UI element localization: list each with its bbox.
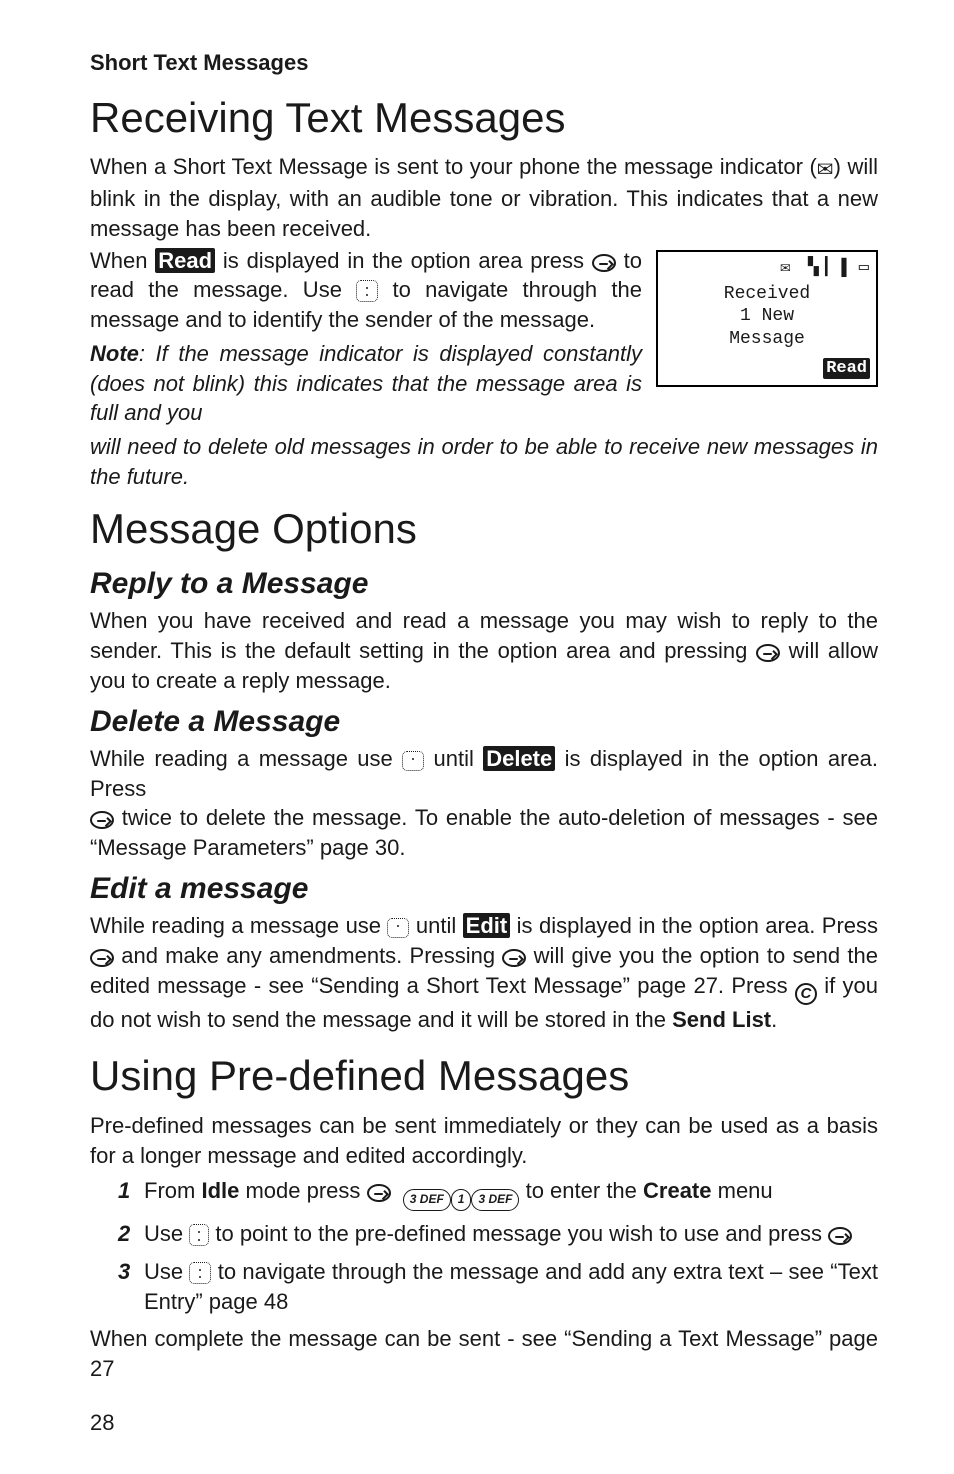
page-number: 28 — [90, 1408, 114, 1438]
text: until — [409, 913, 462, 938]
h1-message-options: Message Options — [90, 501, 878, 558]
h1-receiving: Receiving Text Messages — [90, 90, 878, 147]
step-num-2: 2 — [118, 1219, 130, 1249]
b-button-icon — [90, 949, 114, 967]
phone-status-bar: ✉ ▝▖▎▐ ▭ — [664, 258, 870, 281]
text: While reading a message use — [90, 913, 387, 938]
b-button-icon — [828, 1227, 852, 1245]
running-header: Short Text Messages — [90, 48, 878, 78]
text: and make any amendments. Pressing — [114, 943, 502, 968]
nav-key-icon — [189, 1224, 209, 1246]
delete-para: While reading a message use until Delete… — [90, 744, 878, 863]
edit-para: While reading a message use until Edit i… — [90, 911, 878, 1034]
phone-line2: 1 New — [664, 305, 870, 328]
b-button-icon — [502, 949, 526, 967]
receiving-intro: When a Short Text Message is sent to you… — [90, 152, 878, 243]
text: is displayed in the option area. Press — [510, 913, 878, 938]
h2-edit: Edit a message — [90, 869, 878, 910]
text: . — [771, 1007, 777, 1032]
step-3: 3 Use to navigate through the message an… — [118, 1257, 878, 1316]
key-1: 1 — [451, 1189, 472, 1211]
note-line2: will need to delete old messages in orde… — [90, 432, 878, 491]
h2-delete: Delete a Message — [90, 702, 878, 743]
text: until — [424, 746, 483, 771]
step-2: 2 Use to point to the pre-defined messag… — [118, 1219, 878, 1249]
predefined-steps: 1 From Idle mode press 3 DEF13 DEF to en… — [118, 1176, 878, 1316]
h1-predefined: Using Pre-defined Messages — [90, 1048, 878, 1105]
idle-label: Idle — [201, 1178, 239, 1203]
send-list-label: Send List — [672, 1007, 771, 1032]
text: twice to delete the message. To enable t… — [90, 805, 878, 860]
label-delete: Delete — [483, 746, 555, 771]
phone-line1: Received — [664, 283, 870, 306]
text: From — [144, 1178, 201, 1203]
text: mode press — [239, 1178, 366, 1203]
envelope-icon: ✉ — [817, 157, 834, 184]
reply-para: When you have received and read a messag… — [90, 606, 878, 695]
create-label: Create — [643, 1178, 711, 1203]
text: While reading a message use — [90, 746, 402, 771]
nav-key-icon — [356, 280, 378, 302]
text: When — [90, 248, 155, 273]
label-edit: Edit — [463, 913, 511, 938]
h2-reply: Reply to a Message — [90, 564, 878, 605]
c-button-icon: C — [795, 983, 817, 1005]
step-num-3: 3 — [118, 1257, 130, 1287]
phone-display: ✉ ▝▖▎▐ ▭ Received 1 New Message Read — [656, 250, 878, 387]
note-line1: Note: If the message indicator is displa… — [90, 339, 650, 428]
b-button-icon — [756, 644, 780, 662]
phone-line3: Message — [664, 328, 870, 351]
nav-key-icon — [189, 1262, 211, 1284]
text: is displayed in the option area press — [215, 248, 592, 273]
nav-key-icon — [387, 918, 409, 938]
phone-softkey: Read — [664, 356, 870, 381]
note-label: Note — [90, 341, 139, 366]
step-1: 1 From Idle mode press 3 DEF13 DEF to en… — [118, 1176, 878, 1211]
predef-final: When complete the message can be sent - … — [90, 1324, 878, 1383]
text: to point to the pre-defined message you … — [209, 1221, 828, 1246]
key-3b: 3 DEF — [471, 1189, 519, 1211]
predef-intro: Pre-defined messages can be sent immedia… — [90, 1111, 878, 1170]
label-read: Read — [155, 248, 215, 273]
nav-key-icon — [402, 751, 424, 771]
b-button-icon — [592, 254, 616, 272]
text: Use — [144, 1259, 189, 1284]
text: When a Short Text Message is sent to you… — [90, 154, 817, 179]
phone-screen-text: Received 1 New Message — [664, 283, 870, 351]
key-3: 3 DEF — [403, 1189, 451, 1211]
text: to navigate through the message and add … — [144, 1259, 878, 1314]
text: to enter the — [519, 1178, 643, 1203]
text: : If the message indicator is displayed … — [90, 341, 642, 425]
text: menu — [712, 1178, 773, 1203]
b-button-icon — [90, 811, 114, 829]
phone-softkey-read: Read — [823, 358, 870, 379]
step-num-1: 1 — [118, 1176, 130, 1206]
text: Use — [144, 1221, 189, 1246]
b-button-icon — [367, 1184, 391, 1202]
receiving-read-para: When Read is displayed in the option are… — [90, 246, 650, 335]
